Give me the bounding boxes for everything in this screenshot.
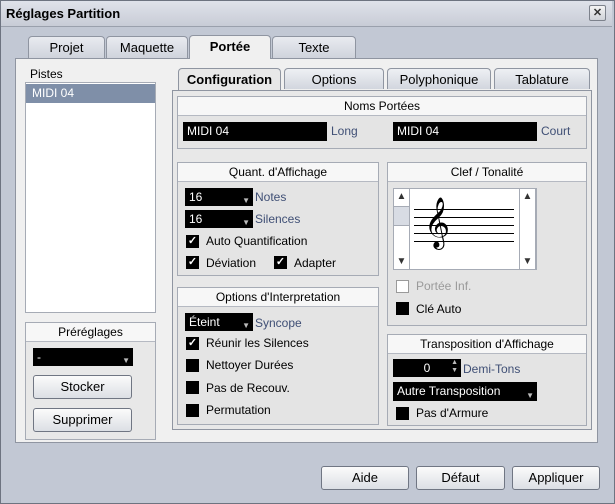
help-button[interactable]: Aide bbox=[321, 466, 409, 490]
notes-dropdown[interactable]: 16 ▼ bbox=[185, 188, 253, 206]
silences-dropdown[interactable]: 16 ▼ bbox=[185, 210, 253, 228]
deviation-label: Déviation bbox=[206, 256, 257, 270]
nettoyer-checkbox[interactable] bbox=[186, 359, 199, 372]
transposition-mode-dropdown[interactable]: Autre Transposition ▼ bbox=[393, 382, 537, 401]
stepper-arrows-icon[interactable]: ▲ ▼ bbox=[451, 359, 458, 375]
portee-inf-label: Portée Inf. bbox=[416, 279, 472, 293]
silences-label: Silences bbox=[255, 212, 301, 226]
transposition-stepper[interactable]: 0 ▲ ▼ bbox=[393, 359, 461, 377]
auto-quant-label: Auto Quantification bbox=[206, 234, 308, 248]
syncope-value: Éteint bbox=[189, 315, 220, 329]
recouv-checkbox[interactable] bbox=[186, 381, 199, 394]
pistes-list[interactable] bbox=[25, 82, 156, 313]
chevron-down-icon: ▼ bbox=[242, 218, 250, 227]
quant-title: Quant. d'Affichage bbox=[178, 163, 378, 182]
permutation-label: Permutation bbox=[206, 403, 271, 417]
syncope-dropdown[interactable]: Éteint ▼ bbox=[185, 313, 253, 331]
pistes-list-item[interactable]: MIDI 04 bbox=[26, 84, 155, 103]
store-button[interactable]: Stocker bbox=[33, 375, 132, 399]
cle-auto-label: Clé Auto bbox=[416, 302, 462, 316]
close-icon: ✕ bbox=[592, 7, 603, 19]
tab-options[interactable]: Options bbox=[284, 68, 384, 89]
nettoyer-label: Nettoyer Durées bbox=[206, 358, 294, 372]
clef-title: Clef / Tonalité bbox=[388, 163, 586, 182]
chevron-down-icon: ▼ bbox=[526, 391, 534, 400]
chevron-down-icon: ▼ bbox=[242, 196, 250, 205]
syncope-label: Syncope bbox=[255, 316, 302, 330]
silences-value: 16 bbox=[189, 212, 203, 226]
key-scrollbar[interactable]: ▲ ▼ bbox=[519, 188, 536, 270]
chevron-down-icon[interactable]: ▼ bbox=[394, 254, 409, 269]
adapter-label: Adapter bbox=[294, 256, 337, 270]
transposition-title: Transposition d'Affichage bbox=[388, 335, 586, 354]
tab-tablature[interactable]: Tablature bbox=[494, 68, 590, 89]
close-button[interactable]: ✕ bbox=[589, 5, 606, 21]
court-label: Court bbox=[541, 124, 571, 138]
long-label: Long bbox=[331, 124, 358, 138]
auto-quant-checkbox[interactable]: ✓ bbox=[186, 235, 199, 248]
staff-preview: 𝄞 bbox=[393, 188, 537, 270]
portee-inf-checkbox[interactable] bbox=[396, 280, 409, 293]
preset-value: - bbox=[37, 350, 41, 364]
window-title: Réglages Partition bbox=[6, 6, 121, 21]
demi-tons-label: Demi-Tons bbox=[463, 362, 521, 376]
default-button[interactable]: Défaut bbox=[416, 466, 505, 490]
scrollbar-thumb[interactable] bbox=[394, 206, 409, 226]
delete-button[interactable]: Supprimer bbox=[33, 408, 132, 432]
recouv-label: Pas de Recouv. bbox=[206, 381, 290, 395]
tab-polyphonique[interactable]: Polyphonique bbox=[387, 68, 491, 89]
chevron-down-icon: ▼ bbox=[122, 356, 130, 365]
reunir-checkbox[interactable]: ✓ bbox=[186, 337, 199, 350]
chevron-up-icon[interactable]: ▲ bbox=[394, 189, 409, 204]
armure-checkbox[interactable] bbox=[396, 407, 409, 420]
tab-projet[interactable]: Projet bbox=[28, 36, 105, 58]
notes-label: Notes bbox=[255, 190, 287, 204]
apply-button[interactable]: Appliquer bbox=[512, 466, 600, 490]
transposition-value: 0 bbox=[423, 361, 431, 375]
interpretation-title: Options d'Interpretation bbox=[178, 288, 378, 307]
presets-title: Préréglages bbox=[26, 323, 155, 342]
transposition-mode-value: Autre Transposition bbox=[397, 384, 501, 398]
reunir-label: Réunir les Silences bbox=[206, 336, 309, 350]
permutation-checkbox[interactable] bbox=[186, 404, 199, 417]
tab-configuration[interactable]: Configuration bbox=[178, 68, 281, 90]
preset-dropdown[interactable]: - ▼ bbox=[33, 348, 133, 366]
chevron-down-icon[interactable]: ▼ bbox=[520, 254, 535, 269]
treble-clef-icon: 𝄞 bbox=[424, 197, 451, 248]
pistes-label: Pistes bbox=[30, 67, 63, 81]
court-name-field[interactable]: MIDI 04 bbox=[393, 122, 537, 141]
adapter-checkbox[interactable]: ✓ bbox=[274, 256, 287, 269]
cle-auto-checkbox[interactable] bbox=[396, 302, 409, 315]
armure-label: Pas d'Armure bbox=[416, 406, 489, 420]
tab-maquette[interactable]: Maquette bbox=[106, 36, 188, 58]
long-name-field[interactable]: MIDI 04 bbox=[183, 122, 327, 141]
chevron-up-icon[interactable]: ▲ bbox=[520, 189, 535, 204]
tab-texte[interactable]: Texte bbox=[272, 36, 356, 58]
noms-portees-title: Noms Portées bbox=[178, 97, 586, 116]
chevron-down-icon: ▼ bbox=[242, 321, 250, 330]
tab-portee[interactable]: Portée bbox=[189, 35, 271, 59]
deviation-checkbox[interactable]: ✓ bbox=[186, 256, 199, 269]
notes-value: 16 bbox=[189, 190, 203, 204]
clef-scrollbar[interactable]: ▲ ▼ bbox=[393, 188, 410, 270]
